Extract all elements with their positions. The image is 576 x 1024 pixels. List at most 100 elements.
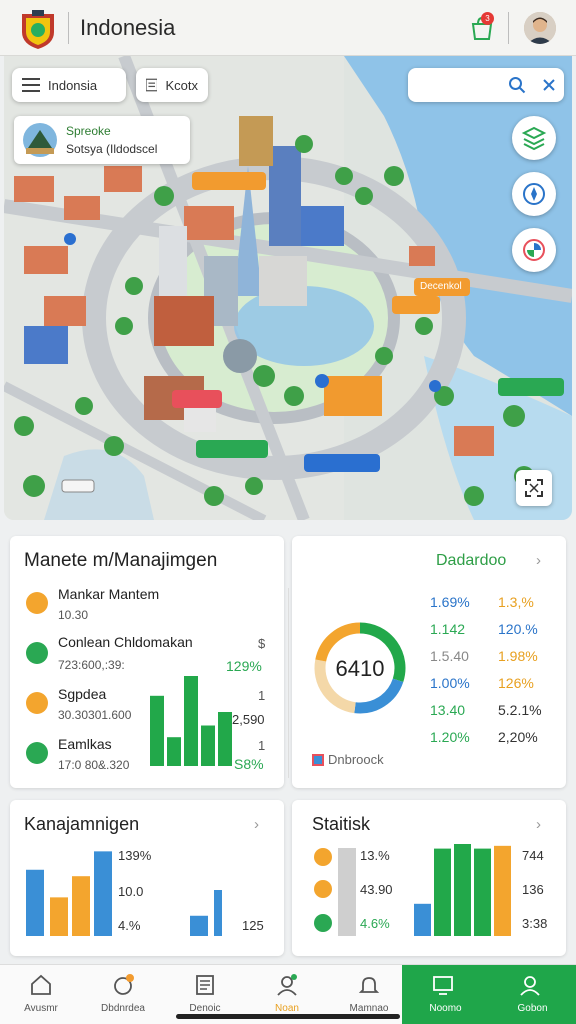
app-header: Indonesia 3 [0, 0, 576, 56]
map-location-button[interactable] [512, 228, 556, 272]
gauge-segment [354, 678, 404, 714]
map-poi-label[interactable] [196, 440, 268, 458]
item-2-aux: $ [258, 636, 266, 651]
landmark-thumbnail-icon [23, 123, 57, 157]
dashboard-stat-a: 1.00% [430, 675, 470, 691]
item-3-icon [26, 692, 48, 714]
item-4-name: Eamlkas [58, 736, 112, 752]
tab-label: Denoic [189, 1003, 221, 1014]
kanaj-bar [72, 876, 90, 936]
chevron-right-icon[interactable]: › [536, 552, 541, 569]
tab-label: Noomo [429, 1003, 462, 1014]
city-map[interactable]: Indonsia Kcotx Spreoke Sotsya (Ildodscel… [4, 56, 572, 520]
dashboard-stat-a: 1.20% [430, 729, 470, 745]
tab-label: Mamnao [349, 1003, 389, 1014]
statistik-bar [414, 903, 431, 936]
map-menu-chip[interactable]: Indonsia [12, 68, 126, 102]
kanaj-small-value: 125 [242, 918, 264, 933]
info-card-title: Spreoke [66, 124, 111, 138]
user-icon [277, 974, 297, 996]
map-layer-button[interactable] [512, 116, 556, 160]
item-2-value: 129% [226, 658, 262, 674]
hamburger-menu-icon [22, 78, 40, 92]
tab-gobon[interactable]: Gobon [489, 965, 576, 1024]
report-icon [312, 754, 324, 766]
kanaj-bar [214, 890, 222, 936]
map-layer-chip[interactable]: Kcotx [136, 68, 208, 102]
dashboard-stat-a: 1.5.40 [430, 648, 469, 664]
alert-icon [114, 974, 134, 995]
statistik-card: Staitisk › 13.% 43.90 4.6% 744 136 3:38 [292, 800, 566, 956]
statistik-bar-chart [414, 844, 511, 936]
notification-badge: 3 [481, 12, 494, 25]
dashboard-stat-b: 1.98% [498, 648, 538, 664]
stat-3-value: 4.6% [360, 916, 390, 931]
dashboard-stat-a: 1.69% [430, 594, 470, 610]
tab-noomo[interactable]: Noomo [402, 965, 489, 1024]
document-icon [196, 975, 214, 995]
map-poi-label[interactable] [172, 390, 222, 408]
location-info-card[interactable]: Spreoke Sotsya (Ildodscel [14, 116, 190, 164]
stat-right-1: 744 [522, 848, 544, 863]
tab-avusmr[interactable]: Avusmr [0, 965, 82, 1024]
map-poi-label[interactable] [192, 172, 266, 190]
stat-right-2: 136 [522, 882, 544, 897]
item-3-name: Sgpdea [58, 686, 107, 702]
profile-icon [520, 976, 540, 996]
header-divider [68, 12, 69, 44]
chevron-right-icon[interactable]: › [536, 816, 541, 833]
item-4-sub: 17:0 80&.320 [58, 758, 130, 772]
avatar[interactable] [524, 12, 556, 44]
map-poi-label[interactable] [498, 378, 564, 396]
map-poi-label[interactable] [304, 454, 380, 472]
kanaj-stat-3: 4.% [118, 918, 141, 933]
app-title: Indonesia [80, 15, 176, 40]
tab-label: Avusmr [24, 1003, 58, 1014]
list-layer-icon [146, 78, 158, 92]
stat-1-icon [314, 848, 332, 866]
kanaj-stat-2: 10.0 [118, 884, 144, 899]
map-compass-button[interactable] [512, 172, 556, 216]
kanaj-stat-1: 139% [118, 848, 152, 863]
stat-right-3: 3:38 [522, 916, 548, 931]
kanaj-bar [26, 869, 44, 936]
item-4-aux: 1 [258, 738, 266, 753]
item-1-sub: 10.30 [58, 608, 89, 622]
dashboard-stat-b: 1.3,% [498, 594, 534, 610]
kanaj-card-title: Kanajamnigen [24, 814, 140, 834]
tab-label: Dbdnrdea [101, 1003, 145, 1014]
map-poi-label[interactable]: Decenkol [414, 278, 470, 296]
item-4-icon [26, 742, 48, 764]
item-1-name: Mankar Mantem [58, 586, 160, 602]
map-search-input[interactable] [408, 68, 564, 102]
statistik-bar [494, 845, 511, 936]
compass-icon [523, 183, 545, 205]
bell-icon [358, 977, 380, 993]
item-2-icon [26, 642, 48, 664]
management-bar [184, 676, 198, 766]
search-icon[interactable] [508, 76, 526, 94]
item-2-name: Conlean Chldomakan [58, 634, 193, 650]
management-card-title: Manete m/Manajimgen [24, 550, 218, 571]
info-card-subtitle: Sotsya (Ildodscel [66, 142, 158, 156]
dashboard-link[interactable]: Dadardoo [436, 552, 506, 570]
dashboard-stat-a: 13.40 [430, 702, 466, 718]
statistik-gray-bar [338, 848, 356, 936]
item-2-sub: 723:600,:39: [58, 658, 125, 672]
close-icon[interactable] [542, 78, 556, 92]
kanaj-bar [50, 897, 68, 936]
dashboard-stat-a: 1.142 [430, 621, 466, 637]
map-poi-label[interactable] [392, 296, 440, 314]
tab-dbdnrdea[interactable]: Dbdnrdea [82, 965, 164, 1024]
statistik-card-title: Staitisk [312, 814, 371, 834]
card-divider [288, 588, 289, 778]
home-indicator [176, 1014, 400, 1019]
dashboard-stat-b: 120.% [498, 621, 538, 637]
location-pin-icon [523, 239, 545, 261]
map-fullscreen-button[interactable] [516, 470, 552, 506]
management-bar [150, 695, 164, 766]
chevron-right-icon[interactable]: › [254, 816, 259, 833]
management-bar [167, 737, 181, 766]
crest-logo-icon [22, 10, 54, 49]
user-avatar-icon [524, 12, 556, 44]
